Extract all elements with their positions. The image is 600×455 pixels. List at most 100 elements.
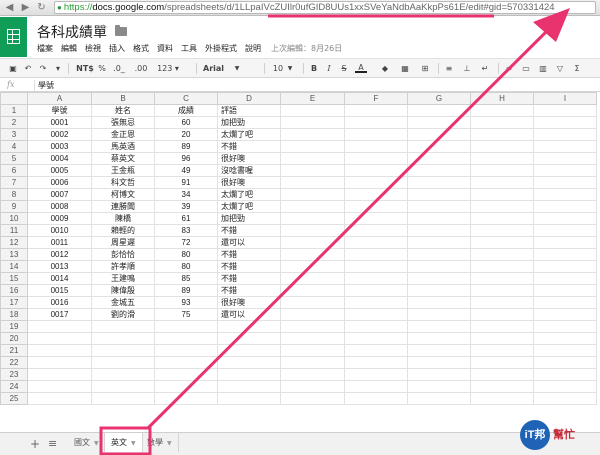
grid-cell[interactable] [533,212,597,225]
grid-cell[interactable]: 0012 [27,248,92,261]
row-header[interactable]: 11 [0,224,28,237]
grid-cell[interactable] [470,308,534,321]
grid-cell[interactable] [407,140,471,153]
bold-button[interactable]: B [309,62,319,75]
grid-cell[interactable] [407,188,471,201]
grid-cell[interactable] [344,260,408,273]
grid-cell[interactable]: 沒唸書喔 [217,164,281,177]
grid-cell[interactable] [280,248,345,261]
grid-cell[interactable] [470,152,534,165]
grid-cell[interactable] [344,380,408,393]
grid-cell[interactable] [154,380,218,393]
menu-insert[interactable]: 插入 [109,43,125,55]
grid-cell[interactable] [470,236,534,249]
grid-cell[interactable]: 還可以 [217,236,281,249]
grid-cell[interactable] [470,368,534,381]
grid-cell[interactable]: 61 [154,212,218,225]
grid-cell[interactable]: 不錯 [217,140,281,153]
grid-cell[interactable] [407,104,471,117]
grid-cell[interactable] [470,260,534,273]
column-header[interactable]: G [407,92,471,105]
grid-cell[interactable] [533,344,597,357]
grid-cell[interactable] [217,380,281,393]
row-header[interactable]: 2 [0,116,28,129]
align-vertical-icon[interactable]: ⊥ [462,62,472,75]
grid-cell[interactable] [407,320,471,333]
grid-cell[interactable] [344,224,408,237]
grid-cell[interactable] [533,200,597,213]
grid-cell[interactable] [91,344,155,357]
grid-cell[interactable] [280,104,345,117]
grid-cell[interactable] [533,140,597,153]
grid-cell[interactable] [280,224,345,237]
doc-title[interactable]: 各科成績單 [37,22,107,42]
select-all-corner[interactable] [0,92,28,105]
chevron-down-icon[interactable]: ▼ [286,62,294,75]
star-icon[interactable]: ☆ [98,21,109,35]
grid-cell[interactable] [533,356,597,369]
grid-cell[interactable] [344,320,408,333]
grid-cell[interactable] [344,284,408,297]
row-header[interactable]: 13 [0,248,28,261]
grid-cell[interactable] [217,332,281,345]
grid-cell[interactable] [533,272,597,285]
grid-cell[interactable] [217,392,281,405]
increase-decimal-button[interactable]: .00 [131,62,151,75]
grid-cell[interactable]: 陳偉殷 [91,284,155,297]
column-header[interactable]: D [217,92,281,105]
row-header[interactable]: 22 [0,356,28,369]
grid-cell[interactable] [280,260,345,273]
font-select[interactable]: Arial [203,62,229,75]
grid-cell[interactable] [280,128,345,141]
grid-cell[interactable] [533,308,597,321]
grid-cell[interactable] [344,188,408,201]
grid-cell[interactable]: 王金瓶 [91,164,155,177]
grid-cell[interactable]: 很好噢 [217,176,281,189]
grid-cell[interactable] [280,368,345,381]
grid-cell[interactable] [344,128,408,141]
paint-format-icon[interactable]: ▾ [53,62,63,75]
grid-cell[interactable] [407,368,471,381]
grid-cell[interactable] [470,176,534,189]
row-header[interactable]: 8 [0,188,28,201]
grid-cell[interactable] [470,164,534,177]
grid-cell[interactable] [407,176,471,189]
grid-cell[interactable] [91,332,155,345]
last-edit-label[interactable]: 上次編輯：8月26日 [271,43,342,55]
column-header[interactable]: H [470,92,534,105]
grid-cell[interactable] [470,200,534,213]
grid-cell[interactable]: 柯博文 [91,188,155,201]
grid-cell[interactable] [407,380,471,393]
grid-cell[interactable] [280,212,345,225]
grid-cell[interactable]: 75 [154,308,218,321]
grid-cell[interactable]: 0004 [27,152,92,165]
grid-cell[interactable] [407,236,471,249]
grid-cell[interactable] [280,308,345,321]
row-header[interactable]: 14 [0,260,28,273]
chevron-down-icon[interactable]: ▼ [167,440,172,447]
chevron-down-icon[interactable]: ▼ [232,62,242,75]
row-header[interactable]: 4 [0,140,28,153]
grid-cell[interactable]: 還可以 [217,308,281,321]
arrow-left-icon[interactable]: ◀ [3,1,16,14]
grid-cell[interactable]: 評語 [217,104,281,117]
grid-cell[interactable]: 0010 [27,224,92,237]
row-header[interactable]: 21 [0,344,28,357]
grid-cell[interactable] [154,392,218,405]
borders-icon[interactable]: ▦ [400,62,410,75]
grid-cell[interactable]: 0009 [27,212,92,225]
grid-cell[interactable]: 0002 [27,128,92,141]
menu-tools[interactable]: 工具 [181,43,197,55]
grid-cell[interactable]: 20 [154,128,218,141]
column-header[interactable]: C [154,92,218,105]
grid-cell[interactable] [533,116,597,129]
folder-icon[interactable] [115,25,127,36]
grid-cell[interactable] [533,236,597,249]
italic-button[interactable]: I [324,62,334,75]
grid-cell[interactable] [344,104,408,117]
grid-cell[interactable] [407,284,471,297]
grid-cell[interactable] [280,296,345,309]
grid-cell[interactable] [407,212,471,225]
grid-cell[interactable] [470,248,534,261]
grid-cell[interactable]: 不錯 [217,260,281,273]
